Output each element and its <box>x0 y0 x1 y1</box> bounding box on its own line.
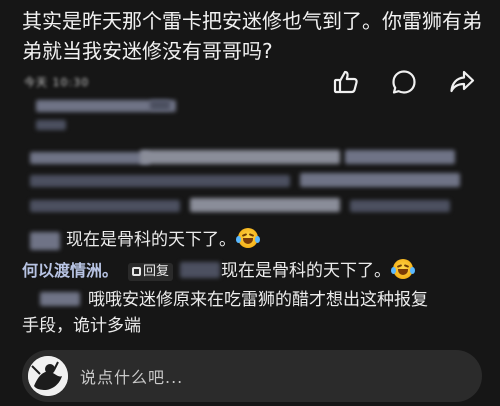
laughing-tears-icon <box>391 259 416 279</box>
laughing-tears-icon <box>236 228 260 248</box>
reply-username[interactable]: 何以渡情洲。 <box>22 261 118 280</box>
reply-badge: 回复 <box>128 263 174 281</box>
reply-1[interactable]: 现在是骨科的天下了。 <box>66 228 260 252</box>
avatar[interactable] <box>28 356 68 396</box>
speech-bubble-icon <box>392 70 416 94</box>
comment-bar <box>22 350 482 402</box>
reply-icon <box>132 267 142 276</box>
thumbs-up-icon <box>333 70 358 94</box>
share-button[interactable] <box>444 64 480 100</box>
action-bar <box>324 64 484 100</box>
reply-3-line-1: 哦哦安迷修原来在吃雷狮的醋才想出这种报复 <box>88 290 428 310</box>
reply-1-text: 现在是骨科的天下了。 <box>66 230 236 250</box>
comment-button[interactable] <box>386 64 422 100</box>
timestamp: 今天 10:30 <box>24 76 90 89</box>
share-arrow-icon <box>450 70 475 93</box>
reply-3-line-2: 手段，诡计多端 <box>22 316 141 336</box>
reply-2-text: 现在是骨科的天下了。 <box>221 261 392 281</box>
like-button[interactable] <box>328 64 364 100</box>
comment-input[interactable] <box>78 364 462 390</box>
reply-2[interactable]: 何以渡情洲。 回复 现在是骨科的天下了。 <box>22 259 416 283</box>
post-text: 其实是昨天那个雷卡把安迷修也气到了。你雷狮有弟弟就当我安迷修没有哥哥吗? <box>22 9 482 63</box>
avatar-image <box>28 356 68 396</box>
